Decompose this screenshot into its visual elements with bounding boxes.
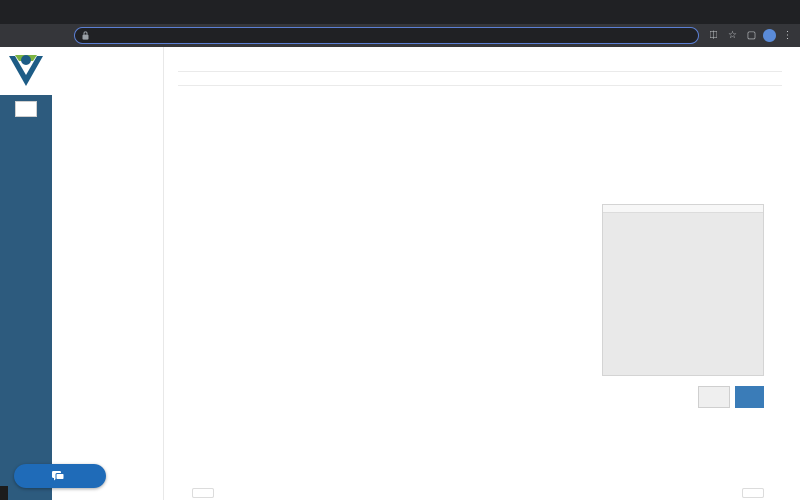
side-panel-icon[interactable]: ▢ — [744, 27, 759, 44]
back-button[interactable] — [5, 27, 23, 45]
live-chat-button[interactable] — [14, 464, 106, 488]
tab-search-button[interactable] — [782, 2, 800, 24]
global-navigation — [0, 47, 106, 500]
reload-button[interactable] — [49, 27, 67, 45]
course-navigation — [52, 47, 164, 500]
tab-strip — [0, 0, 800, 24]
previous-question-button[interactable] — [698, 386, 730, 408]
star-icon[interactable]: ☆ — [725, 27, 740, 44]
address-bar[interactable] — [74, 27, 699, 44]
question-nav-buttons — [698, 386, 764, 408]
finish-button[interactable] — [735, 386, 764, 408]
three-dot-menu-icon[interactable]: ⋮ — [780, 27, 795, 44]
lock-icon — [82, 31, 89, 40]
main-content — [164, 47, 800, 500]
question-navigator — [602, 204, 764, 376]
previous-button[interactable] — [192, 488, 214, 498]
next-button[interactable] — [742, 488, 764, 498]
chat-bubble-icon — [51, 470, 64, 480]
avatar[interactable] — [763, 29, 776, 42]
school-logo[interactable] — [0, 47, 52, 95]
assignment-meta-bar — [178, 71, 782, 86]
question-nav-item-clipped[interactable] — [603, 205, 763, 213]
assignment-pager — [192, 488, 764, 498]
browser-toolbar: ⎅ ☆ ▢ ⋮ — [0, 24, 800, 47]
external-tool-frame — [178, 104, 782, 498]
expand-nav-button[interactable] — [15, 101, 37, 117]
status-bar — [0, 486, 8, 500]
share-icon[interactable]: ⎅ — [706, 27, 721, 44]
forward-button[interactable] — [27, 27, 45, 45]
browser-chrome: ⎅ ☆ ▢ ⋮ — [0, 0, 800, 47]
graph-svg — [192, 104, 602, 314]
page-body — [0, 47, 800, 500]
new-tab-button[interactable] — [5, 4, 25, 24]
